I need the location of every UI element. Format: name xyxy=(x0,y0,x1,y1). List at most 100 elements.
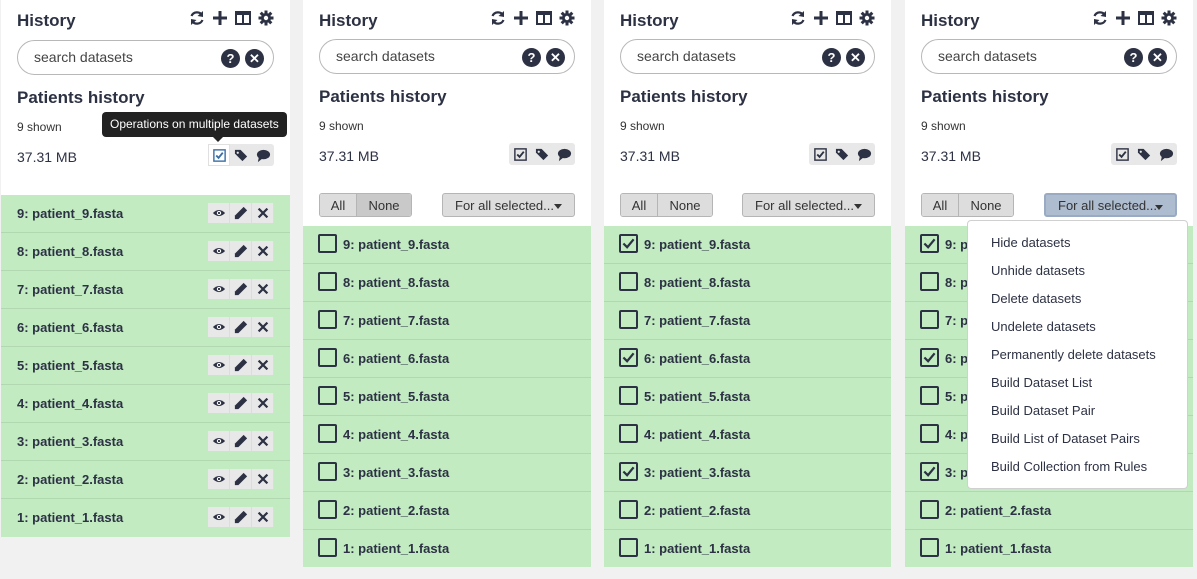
dataset-title[interactable]: 5: p xyxy=(945,389,968,404)
pencil-icon[interactable] xyxy=(230,203,252,223)
dataset-row[interactable]: 9: patient_9.fasta xyxy=(604,226,891,264)
dataset-row[interactable]: 5: patient_5.fasta xyxy=(1,347,290,385)
select-items-checkbox-icon[interactable] xyxy=(1111,143,1133,165)
dataset-title[interactable]: 7: patient_7.fasta xyxy=(343,313,449,328)
dropdown-menu-item[interactable]: Build Dataset Pair xyxy=(968,396,1187,424)
dataset-checkbox[interactable] xyxy=(920,386,939,405)
dataset-checkbox[interactable] xyxy=(318,500,337,519)
dataset-checkbox[interactable] xyxy=(920,234,939,253)
dataset-title[interactable]: 2: patient_2.fasta xyxy=(945,503,1051,518)
dataset-checkbox[interactable] xyxy=(318,348,337,367)
delete-icon[interactable] xyxy=(252,203,274,223)
refresh-icon[interactable] xyxy=(790,9,806,27)
dataset-checkbox[interactable] xyxy=(619,234,638,253)
gear-icon[interactable] xyxy=(859,9,875,27)
dataset-title[interactable]: 9: p xyxy=(945,237,968,252)
pencil-icon[interactable] xyxy=(230,469,252,489)
dataset-title[interactable]: 8: patient_8.fasta xyxy=(17,244,123,259)
dataset-row[interactable]: 7: patient_7.fasta xyxy=(1,271,290,309)
dataset-title[interactable]: 9: patient_9.fasta xyxy=(343,237,449,252)
dataset-title[interactable]: 4: patient_4.fasta xyxy=(644,427,750,442)
dataset-row[interactable]: 6: patient_6.fasta xyxy=(303,340,591,378)
select-items-checkbox-icon[interactable] xyxy=(208,144,230,166)
columns-icon[interactable] xyxy=(235,9,251,27)
annotation-icon[interactable] xyxy=(553,143,575,165)
dataset-title[interactable]: 5: patient_5.fasta xyxy=(17,358,123,373)
columns-icon[interactable] xyxy=(1138,9,1154,27)
for-all-selected-button[interactable]: For all selected... xyxy=(1044,193,1177,217)
search-input[interactable] xyxy=(637,48,797,64)
dataset-row[interactable]: 2: patient_2.fasta xyxy=(1,461,290,499)
dataset-title[interactable]: 2: patient_2.fasta xyxy=(343,503,449,518)
delete-icon[interactable] xyxy=(252,241,274,261)
refresh-icon[interactable] xyxy=(1092,9,1108,27)
plus-icon[interactable] xyxy=(513,9,529,27)
dataset-title[interactable]: 9: patient_9.fasta xyxy=(644,237,750,252)
dataset-checkbox[interactable] xyxy=(318,310,337,329)
for-all-selected-button[interactable]: For all selected... xyxy=(742,193,875,217)
dataset-title[interactable]: 6: patient_6.fasta xyxy=(343,351,449,366)
clear-search-icon[interactable]: ✕ xyxy=(546,48,565,67)
dataset-checkbox[interactable] xyxy=(318,272,337,291)
pencil-icon[interactable] xyxy=(230,317,252,337)
search-input[interactable] xyxy=(938,48,1098,64)
dataset-row[interactable]: 4: patient_4.fasta xyxy=(1,385,290,423)
for-all-selected-button[interactable]: For all selected... xyxy=(442,193,575,217)
dataset-checkbox[interactable] xyxy=(920,500,939,519)
dataset-title[interactable]: 5: patient_5.fasta xyxy=(644,389,750,404)
dataset-title[interactable]: 2: patient_2.fasta xyxy=(644,503,750,518)
history-name[interactable]: Patients history xyxy=(319,87,447,107)
select-items-checkbox-icon[interactable] xyxy=(809,143,831,165)
clear-search-icon[interactable]: ✕ xyxy=(846,48,865,67)
select-all-button[interactable]: All xyxy=(621,194,658,216)
select-items-checkbox-icon[interactable] xyxy=(509,143,531,165)
annotation-icon[interactable] xyxy=(853,143,875,165)
dataset-title[interactable]: 9: patient_9.fasta xyxy=(17,206,123,221)
eye-icon[interactable] xyxy=(208,431,230,451)
tags-icon[interactable] xyxy=(230,144,252,166)
eye-icon[interactable] xyxy=(208,507,230,527)
eye-icon[interactable] xyxy=(208,317,230,337)
dataset-checkbox[interactable] xyxy=(318,386,337,405)
dataset-checkbox[interactable] xyxy=(318,462,337,481)
pencil-icon[interactable] xyxy=(230,507,252,527)
gear-icon[interactable] xyxy=(1161,9,1177,27)
dataset-title[interactable]: 4: patient_4.fasta xyxy=(17,396,123,411)
dataset-row[interactable]: 2: patient_2.fasta xyxy=(303,492,591,530)
dataset-checkbox[interactable] xyxy=(619,386,638,405)
dataset-title[interactable]: 3: patient_3.fasta xyxy=(644,465,750,480)
dataset-row[interactable]: 1: patient_1.fasta xyxy=(905,530,1193,567)
refresh-icon[interactable] xyxy=(490,9,506,27)
dataset-checkbox[interactable] xyxy=(318,538,337,557)
dataset-row[interactable]: 9: patient_9.fasta xyxy=(303,226,591,264)
dataset-row[interactable]: 5: patient_5.fasta xyxy=(604,378,891,416)
search-input[interactable] xyxy=(336,48,496,64)
dataset-row[interactable]: 1: patient_1.fasta xyxy=(303,530,591,567)
dataset-title[interactable]: 1: patient_1.fasta xyxy=(644,541,750,556)
dropdown-menu-item[interactable]: Hide datasets xyxy=(968,228,1187,256)
dataset-checkbox[interactable] xyxy=(619,538,638,557)
eye-icon[interactable] xyxy=(208,469,230,489)
tags-icon[interactable] xyxy=(1133,143,1155,165)
select-all-button[interactable]: All xyxy=(320,194,357,216)
gear-icon[interactable] xyxy=(559,9,575,27)
dataset-row[interactable]: 6: patient_6.fasta xyxy=(1,309,290,347)
dataset-row[interactable]: 1: patient_1.fasta xyxy=(604,530,891,567)
dataset-title[interactable]: 8: patient_8.fasta xyxy=(644,275,750,290)
dataset-checkbox[interactable] xyxy=(619,462,638,481)
dropdown-menu-item[interactable]: Delete datasets xyxy=(968,284,1187,312)
dataset-row[interactable]: 7: patient_7.fasta xyxy=(604,302,891,340)
dataset-row[interactable]: 7: patient_7.fasta xyxy=(303,302,591,340)
pencil-icon[interactable] xyxy=(230,241,252,261)
clear-search-icon[interactable]: ✕ xyxy=(1148,48,1167,67)
dataset-title[interactable]: 4: p xyxy=(945,427,968,442)
eye-icon[interactable] xyxy=(208,241,230,261)
eye-icon[interactable] xyxy=(208,355,230,375)
history-name[interactable]: Patients history xyxy=(17,88,145,108)
dataset-title[interactable]: 3: patient_3.fasta xyxy=(343,465,449,480)
dataset-title[interactable]: 6: patient_6.fasta xyxy=(17,320,123,335)
dataset-title[interactable]: 8: patient_8.fasta xyxy=(343,275,449,290)
dataset-title[interactable]: 6: p xyxy=(945,351,968,366)
dataset-checkbox[interactable] xyxy=(619,424,638,443)
dataset-title[interactable]: 1: patient_1.fasta xyxy=(343,541,449,556)
